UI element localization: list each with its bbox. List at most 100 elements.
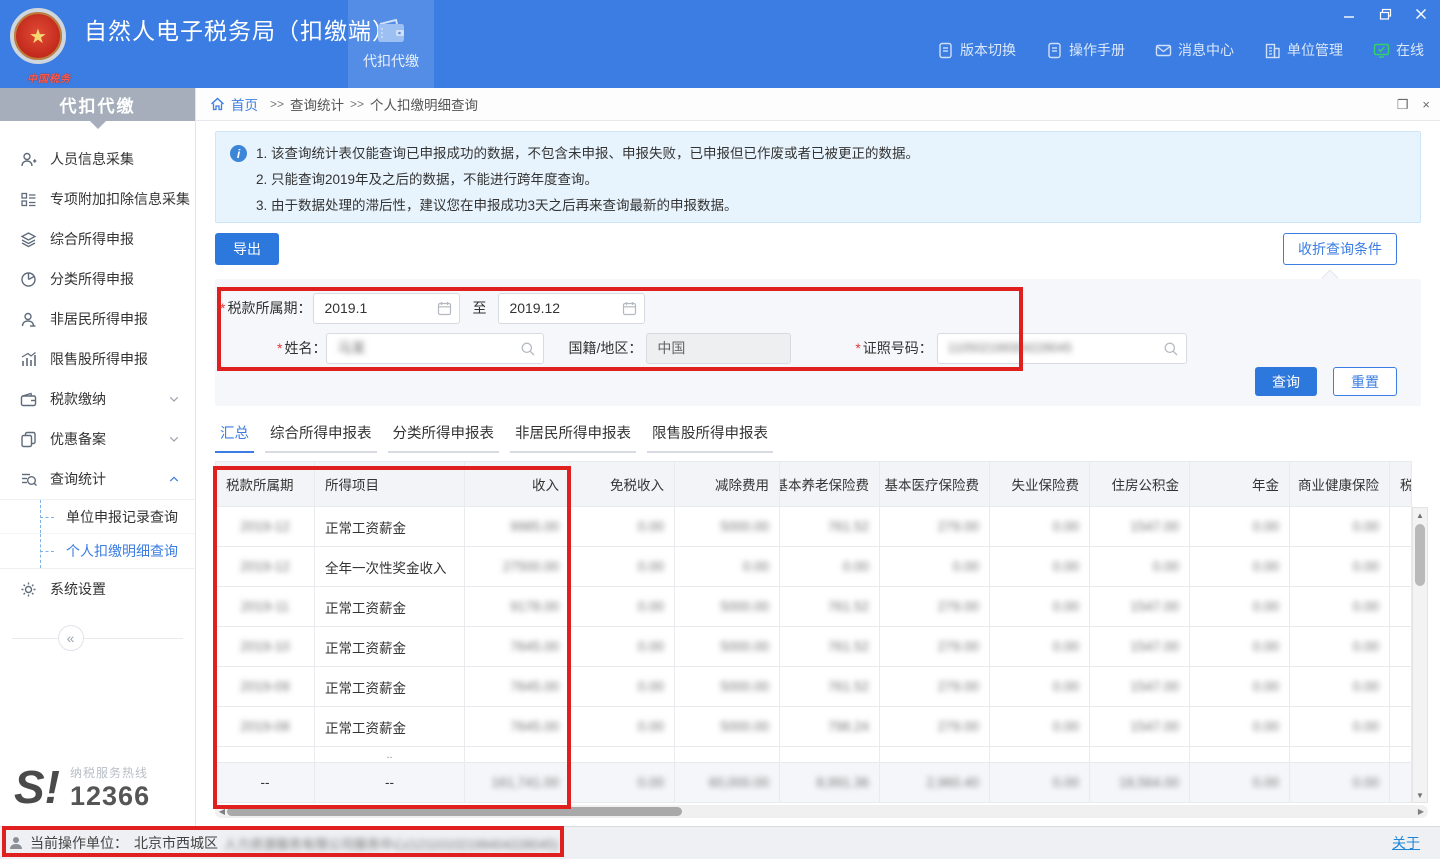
query-button[interactable]: 查询 (1255, 367, 1317, 396)
cell-period: 2019-10 (215, 627, 315, 667)
cell-amount: 0.00 (570, 707, 675, 747)
sidebar-subitem-单位申报记录查询[interactable]: 单位申报记录查询 (0, 500, 195, 534)
table-cell (465, 747, 570, 763)
cell-amount: 0.00 (570, 627, 675, 667)
cell-total-amount: 18,564.00 (1090, 763, 1190, 803)
cell-amount: 0.00 (990, 547, 1090, 587)
top-menu-item-单位管理[interactable]: 单位管理 (1264, 40, 1343, 60)
bar-chart-icon (18, 349, 38, 369)
sidebar-item-分类所得申报[interactable]: 分类所得申报 (0, 259, 195, 299)
reset-button[interactable]: 重置 (1333, 367, 1397, 396)
cell-amount: 0.00 (1190, 587, 1290, 627)
sidebar: 代扣代缴 人员信息采集专项附加扣除信息采集综合所得申报分类所得申报非居民所得申报… (0, 88, 196, 826)
vertical-scrollbar[interactable]: ▲ ▼ (1412, 507, 1428, 803)
horizontal-scrollbar[interactable]: ◀ ▶ (215, 805, 1428, 818)
table-row[interactable]: 2019-09正常工资薪金7645.000.005000.00761.52279… (215, 667, 1428, 707)
sidebar-subitem-个人扣缴明细查询[interactable]: 个人扣缴明细查询 (0, 534, 195, 568)
tab-非居民所得申报表[interactable]: 非居民所得申报表 (510, 422, 636, 453)
column-header-免税收入: 免税收入 (570, 461, 675, 507)
search-icon[interactable] (1163, 341, 1179, 357)
query-panel: *税款所属期： 2019.1 至 2019.12 (215, 279, 1421, 406)
breadcrumb-home-link[interactable]: 首页 (231, 94, 258, 114)
cell-overflow (1390, 667, 1412, 707)
current-unit-visible: 北京市西城区 (134, 833, 218, 853)
top-menu-item-版本切换[interactable]: 版本切换 (937, 40, 1016, 60)
notice-line: 1. 该查询统计表仅能查询已申报成功的数据，不包含未申报、申报失败，已申报但已作… (256, 141, 1406, 167)
cell-amount: 761.52 (780, 627, 880, 667)
sidebar-collapse-button[interactable]: « (58, 625, 84, 651)
top-menu-item-操作手册[interactable]: 操作手册 (1046, 40, 1125, 60)
cell-amount: 0.00 (570, 587, 675, 627)
sidebar-item-系统设置[interactable]: 系统设置 (0, 569, 195, 609)
cell-total-item: -- (315, 763, 465, 803)
collapse-query-button[interactable]: 收折查询条件 (1283, 233, 1397, 265)
online-icon (1373, 42, 1390, 59)
vertical-scroll-thumb[interactable] (1415, 524, 1425, 586)
pane-restore-icon[interactable]: ❒ (1397, 97, 1409, 113)
pane-close-icon[interactable]: × (1422, 97, 1430, 112)
cell-amount: 0.00 (990, 507, 1090, 547)
cell-amount: 1547.00 (1090, 627, 1190, 667)
period-from-input[interactable]: 2019.1 (313, 293, 460, 324)
tab-withholding-module[interactable]: 代扣代缴 (348, 0, 434, 88)
about-link[interactable]: 关于 (1392, 833, 1420, 853)
cell-amount: 1547.00 (1090, 587, 1190, 627)
name-input[interactable]: 马某 (326, 333, 544, 364)
period-to-input[interactable]: 2019.12 (498, 293, 645, 324)
table-row[interactable]: 2019-12全年一次性奖金收入27500.000.000.000.000.00… (215, 547, 1428, 587)
cell-total-amount: 0.00 (1190, 763, 1290, 803)
horizontal-scroll-thumb[interactable] (227, 807, 682, 816)
breadcrumb-separator: >> (350, 97, 364, 111)
top-menu-item-在线[interactable]: 在线 (1373, 40, 1424, 60)
sidebar-collapse-row: « (0, 625, 195, 651)
table-row[interactable]: 2019-10正常工资薪金7645.000.005000.00761.52279… (215, 627, 1428, 667)
close-icon[interactable] (1410, 4, 1432, 24)
sidebar-item-优惠备案[interactable]: 优惠备案 (0, 419, 195, 459)
tab-汇总[interactable]: 汇总 (215, 422, 254, 453)
cell-amount: 0.00 (1190, 507, 1290, 547)
tab-限售股所得申报表[interactable]: 限售股所得申报表 (647, 422, 773, 453)
cell-overflow (1390, 587, 1412, 627)
sidebar-item-专项附加扣除信息采集[interactable]: 专项附加扣除信息采集 (0, 179, 195, 219)
sidebar-item-限售股所得申报[interactable]: 限售股所得申报 (0, 339, 195, 379)
cell-overflow (1390, 547, 1412, 587)
cell-income-item: 全年一次性奖金收入 (315, 547, 465, 587)
tab-分类所得申报表[interactable]: 分类所得申报表 (388, 422, 500, 453)
sidebar-item-查询统计[interactable]: 查询统计 (0, 459, 195, 499)
cell-income-item: 正常工资薪金 (315, 627, 465, 667)
table-row[interactable]: 2019-11正常工资薪金9178.000.005000.00761.52279… (215, 587, 1428, 627)
top-menu-item-消息中心[interactable]: 消息中心 (1155, 40, 1234, 60)
scroll-right-icon[interactable]: ▶ (1414, 807, 1428, 816)
sidebar-item-人员信息采集[interactable]: 人员信息采集 (0, 139, 195, 179)
minimize-icon[interactable] (1338, 4, 1360, 24)
notice-box: i 1. 该查询统计表仅能查询已申报成功的数据，不包含未申报、申报失败，已申报但… (215, 131, 1421, 223)
cell-amount: 9178.00 (465, 587, 570, 627)
calendar-icon[interactable] (437, 301, 452, 316)
scroll-up-icon[interactable]: ▲ (1413, 508, 1427, 522)
column-header-税款所属期: 税款所属期 (215, 461, 315, 507)
export-button[interactable]: 导出 (215, 233, 279, 265)
cell-amount: 0.00 (570, 507, 675, 547)
table-row[interactable]: 2019-12正常工资薪金9985.000.005000.00761.52279… (215, 507, 1428, 547)
cell-overflow (1390, 763, 1412, 803)
table-row[interactable]: 2019-08正常工资薪金7645.000.005000.00798.24279… (215, 707, 1428, 747)
tab-综合所得申报表[interactable]: 综合所得申报表 (265, 422, 377, 453)
sidebar-item-税款缴纳[interactable]: 税款缴纳 (0, 379, 195, 419)
cell-income-item: 正常工资薪金 (315, 507, 465, 547)
current-unit: 当前操作单位： 北京市西城区人力资源服务有限公司服务中心(121101021994… (8, 833, 558, 853)
cell-amount: 9985.00 (465, 507, 570, 547)
current-unit-label: 当前操作单位： (30, 833, 128, 853)
scroll-down-icon[interactable]: ▼ (1413, 788, 1427, 802)
sidebar-item-非居民所得申报[interactable]: 非居民所得申报 (0, 299, 195, 339)
nationality-label: 国籍/地区： (568, 338, 642, 358)
top-header: ★ 中国税务 自然人电子税务局（扣缴端） 代扣代缴 版本切换操作手册消息中心单位… (0, 0, 1440, 88)
current-unit-masked: 人力资源服务有限公司服务中心(12110102199404228045) (224, 834, 558, 853)
id-number-input[interactable]: 110502199304228045 (937, 333, 1187, 364)
search-icon[interactable] (520, 341, 536, 357)
cell-amount: 0.00 (1190, 627, 1290, 667)
calendar-icon[interactable] (622, 301, 637, 316)
toolbar: 导出 收折查询条件 (215, 233, 1421, 265)
hotline-number: 12366 (70, 781, 150, 812)
restore-icon[interactable] (1374, 4, 1396, 24)
sidebar-item-综合所得申报[interactable]: 综合所得申报 (0, 219, 195, 259)
